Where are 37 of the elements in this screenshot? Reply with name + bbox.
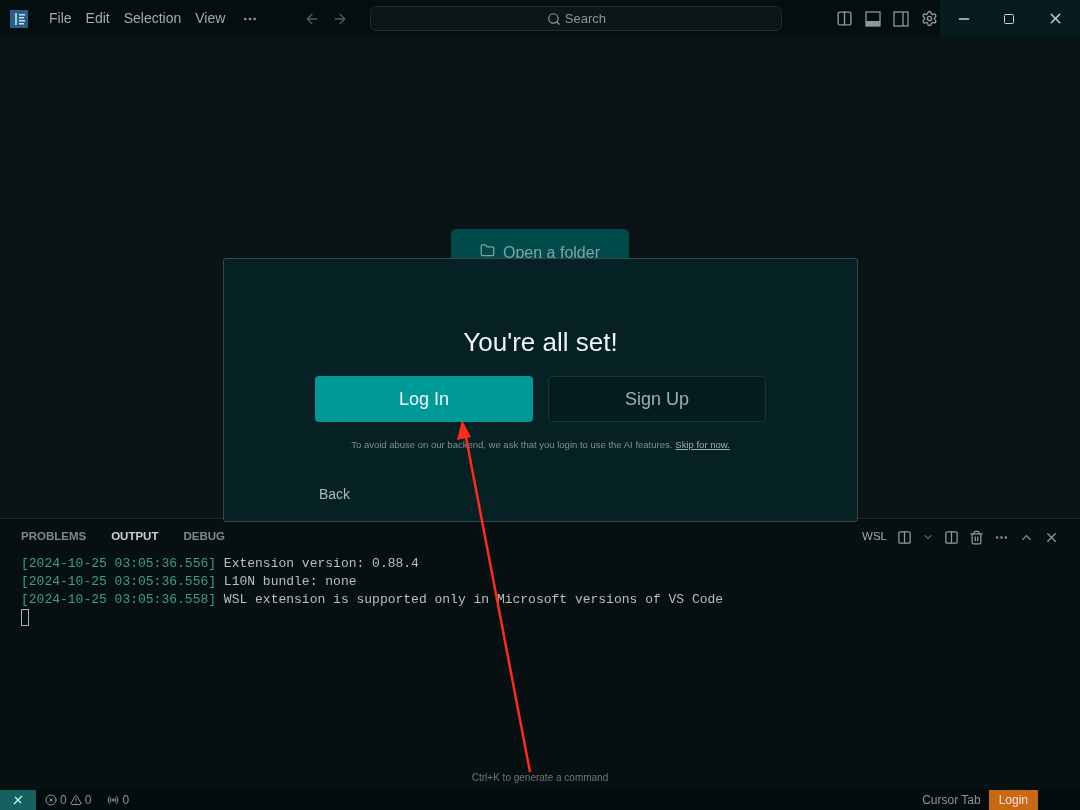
- trash-icon[interactable]: [969, 529, 984, 545]
- remote-button[interactable]: [0, 790, 36, 810]
- split-editor-icon[interactable]: [944, 529, 959, 545]
- secondary-sidebar-icon[interactable]: [893, 10, 910, 27]
- output-line: [2024-10-25 03:05:36.556] Extension version: 0.88.4: [21, 555, 419, 573]
- back-link[interactable]: Back: [319, 486, 351, 503]
- search-placeholder: Search: [564, 9, 606, 28]
- generate-hint: Ctrl+K to generate a command: [471, 771, 609, 785]
- ports-count[interactable]: 0: [122, 791, 130, 809]
- split-icon[interactable]: [897, 529, 912, 545]
- text-cursor: [21, 609, 29, 626]
- dialog-title: You're all set!: [463, 326, 618, 359]
- search-icon: [546, 11, 561, 26]
- sidebar-toggle-icon[interactable]: [836, 10, 854, 27]
- skip-link[interactable]: Skip for now.: [675, 438, 730, 453]
- maximize-icon[interactable]: [1003, 12, 1016, 25]
- output-line: [2024-10-25 03:05:36.556] L10N bundle: none: [21, 573, 357, 591]
- menu-item[interactable]: Edit: [78, 8, 117, 29]
- settings-icon[interactable]: [921, 10, 939, 27]
- sign-up-button[interactable]: Sign Up: [548, 376, 766, 422]
- menu-item[interactable]: Selection: [116, 8, 189, 29]
- error-count[interactable]: 0: [60, 791, 67, 809]
- panel-tab[interactable]: OUTPUT: [111, 528, 159, 546]
- search-field[interactable]: Search: [370, 6, 783, 31]
- app-logo-icon: [10, 9, 28, 28]
- menu-item[interactable]: View: [188, 8, 233, 29]
- warning-icon: [69, 794, 82, 806]
- ports-icon: [107, 794, 120, 806]
- output-channel-label[interactable]: WSL: [862, 528, 887, 546]
- error-icon: [45, 794, 57, 806]
- panel-toggle-icon[interactable]: [865, 10, 882, 27]
- menu-item[interactable]: File: [42, 8, 79, 29]
- panel-tab[interactable]: DEBUG: [183, 528, 225, 546]
- panel-tab[interactable]: PROBLEMS: [21, 528, 87, 546]
- folder-icon: [480, 243, 495, 258]
- warning-count[interactable]: 0: [84, 791, 92, 809]
- cursor-tab-label[interactable]: Cursor Tab: [922, 791, 981, 809]
